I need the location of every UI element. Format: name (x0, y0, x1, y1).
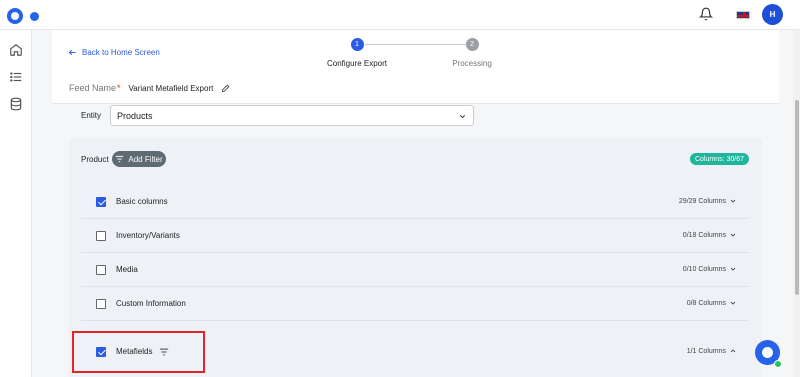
app-logo[interactable] (7, 8, 23, 24)
pencil-icon[interactable] (221, 84, 230, 93)
column-count-text: 1/1 Columns (686, 347, 726, 355)
database-icon[interactable] (9, 97, 23, 111)
column-group-inventory[interactable]: Inventory/Variants 0/18 Columns (81, 219, 749, 253)
notification-dot (30, 12, 39, 21)
column-group-count[interactable]: 1/1 Columns (687, 347, 737, 355)
entity-label: Entity (81, 111, 102, 120)
chevron-down-icon (730, 267, 736, 271)
arrow-left-icon (68, 49, 76, 56)
top-bar: H (0, 0, 800, 30)
checkbox-custom-information[interactable] (96, 299, 106, 309)
column-group-count[interactable]: 0/8 Columns (687, 299, 737, 307)
sidebar (0, 30, 32, 377)
checkbox-media[interactable] (96, 265, 106, 275)
required-marker: * (117, 83, 121, 93)
avatar[interactable]: H (762, 4, 783, 25)
home-icon[interactable] (9, 43, 23, 57)
chevron-down-icon (730, 199, 736, 203)
column-count-text: 0/10 Columns (682, 265, 726, 273)
step-label: Configure Export (326, 59, 388, 68)
chevron-down-icon (459, 115, 466, 119)
column-group-label: Basic columns (116, 197, 168, 206)
step-processing: 2 Processing (432, 38, 512, 68)
scrollbar-thumb[interactable] (795, 100, 799, 295)
chevron-up-icon (730, 349, 736, 353)
column-group-count[interactable]: 29/29 Columns (679, 197, 737, 205)
back-to-home-link[interactable]: Back to Home Screen (68, 48, 160, 57)
column-group-label: Media (116, 265, 138, 274)
step-number: 2 (465, 38, 479, 51)
column-group-basic[interactable]: Basic columns 29/29 Columns (81, 185, 749, 219)
column-count-text: 0/18 Columns (682, 231, 726, 239)
column-group-media[interactable]: Media 0/10 Columns (81, 253, 749, 287)
list-icon[interactable] (9, 70, 23, 84)
entity-selected-value: Products (117, 110, 153, 121)
product-label: Product (81, 155, 109, 164)
feed-name: Feed Name * Variant Metafield Export (69, 83, 230, 93)
highlight-box (72, 331, 205, 373)
entity-select[interactable]: Products (110, 105, 474, 126)
column-group-count[interactable]: 0/18 Columns (683, 231, 737, 239)
feed-name-label: Feed Name (69, 83, 117, 93)
checkbox-basic-columns[interactable] (96, 197, 106, 207)
chevron-down-icon (730, 301, 736, 305)
checkbox-inventory-variants[interactable] (96, 231, 106, 241)
online-status-dot (774, 360, 782, 368)
bell-icon[interactable] (699, 7, 713, 21)
add-filter-button[interactable]: Add Filter (112, 151, 166, 167)
chevron-down-icon (730, 233, 736, 237)
step-label: Processing (452, 59, 492, 68)
column-count-text: 29/29 Columns (678, 197, 726, 205)
add-filter-label: Add Filter (128, 154, 163, 164)
columns-count-badge: Columns: 30/67 (690, 153, 749, 165)
column-count-text: 0/8 Columns (686, 299, 726, 307)
step-configure-export: 1 Configure Export (317, 38, 397, 68)
column-group-custom-information[interactable]: Custom Information 0/8 Columns (81, 287, 749, 321)
export-header: Back to Home Screen 1 Configure Export 2… (52, 30, 779, 104)
back-link-label: Back to Home Screen (82, 48, 160, 57)
flag-uk-icon[interactable] (736, 11, 750, 19)
filter-icon (116, 155, 124, 163)
column-group-label: Inventory/Variants (116, 231, 180, 240)
column-group-count[interactable]: 0/10 Columns (683, 265, 737, 273)
step-number: 1 (350, 38, 364, 51)
feed-name-value: Variant Metafield Export (128, 83, 214, 93)
column-group-label: Custom Information (116, 299, 186, 308)
